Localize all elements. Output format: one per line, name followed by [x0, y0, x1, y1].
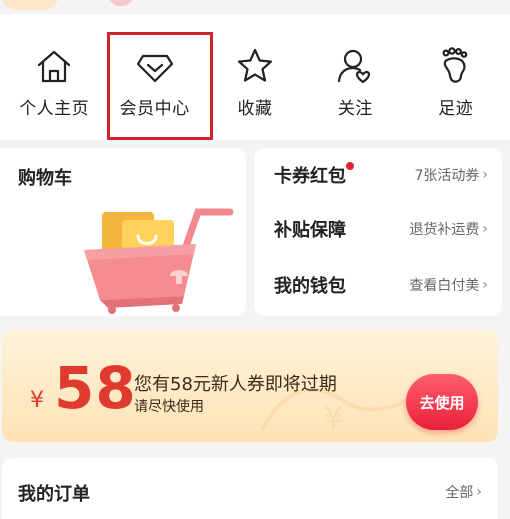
- user-heart-icon: [338, 49, 371, 84]
- coupon-banner[interactable]: ¥ ¥ 58 您有58元新人券即将过期 请尽快使用 去使用: [2, 330, 498, 442]
- orders-title: 我的订单: [18, 484, 90, 505]
- list-row-sub: 7张活动券 ›: [414, 165, 488, 185]
- notification-dot: [346, 162, 354, 170]
- chevron-right-icon: ›: [482, 167, 488, 183]
- wallet-list-card: 卡券红包 7张活动券 › 补贴保障 退货补运费 › 我的钱包 查看白付美 ›: [254, 148, 502, 316]
- chevron-right-icon: ›: [476, 484, 482, 500]
- home-icon: [38, 50, 71, 83]
- nav-label: 收藏: [237, 99, 273, 119]
- svg-text:¥: ¥: [324, 401, 343, 436]
- nav-item-member-center[interactable]: 会员中心: [106, 14, 213, 140]
- nav-label: 关注: [337, 99, 373, 119]
- footprint-icon: [442, 47, 468, 83]
- chevron-right-icon: ›: [482, 277, 488, 293]
- list-row-label: 卡券红包: [274, 162, 354, 188]
- cart-title: 购物车: [18, 168, 72, 189]
- cart-card[interactable]: 购物车: [0, 148, 246, 316]
- subsidy-sub: 退货补运费: [409, 222, 480, 238]
- list-row-coupons[interactable]: 卡券红包 7张活动券 ›: [274, 160, 488, 190]
- coupons-sub: 7张活动券: [414, 168, 480, 184]
- list-row-sub: 查看白付美 ›: [409, 275, 488, 295]
- quick-nav: 个人主页 会员中心 收藏 关注 足迹: [0, 14, 510, 140]
- top-sliver: [0, 0, 510, 14]
- top-decoration-small: [108, 0, 134, 6]
- list-row-wallet[interactable]: 我的钱包 查看白付美 ›: [274, 270, 488, 300]
- wallet-sub: 查看白付美: [409, 278, 480, 294]
- nav-label: 会员中心: [119, 99, 190, 119]
- list-row-sub: 退货补运费 ›: [409, 219, 488, 239]
- orders-view-all-link[interactable]: 全部 ›: [445, 482, 482, 502]
- diamond-icon: [136, 54, 173, 83]
- orders-section: 我的订单 全部 ›: [2, 458, 498, 519]
- coupon-currency: ¥: [30, 388, 44, 413]
- nav-item-favorites[interactable]: 收藏: [209, 14, 301, 119]
- subsidy-label: 补贴保障: [274, 220, 346, 241]
- coupons-label: 卡券红包: [274, 166, 346, 187]
- nav-item-footprint[interactable]: 足迹: [410, 14, 502, 119]
- list-row-subsidy[interactable]: 补贴保障 退货补运费 ›: [274, 214, 488, 244]
- coupon-headline: 您有58元新人券即将过期: [134, 374, 337, 395]
- coupon-subline: 请尽快使用: [134, 399, 204, 415]
- chevron-right-icon: ›: [482, 221, 488, 237]
- star-icon: [237, 48, 273, 82]
- nav-item-following[interactable]: 关注: [309, 14, 401, 119]
- view-all-label: 全部: [445, 485, 474, 501]
- nav-item-home[interactable]: 个人主页: [8, 14, 100, 119]
- nav-label: 个人主页: [19, 99, 90, 119]
- nav-label: 足迹: [438, 99, 474, 119]
- use-coupon-button[interactable]: 去使用: [406, 374, 478, 430]
- coupon-amount: 58: [54, 354, 137, 422]
- top-decoration: [0, 0, 60, 10]
- wallet-label: 我的钱包: [274, 276, 346, 297]
- shopping-cart-illustration: [84, 208, 234, 314]
